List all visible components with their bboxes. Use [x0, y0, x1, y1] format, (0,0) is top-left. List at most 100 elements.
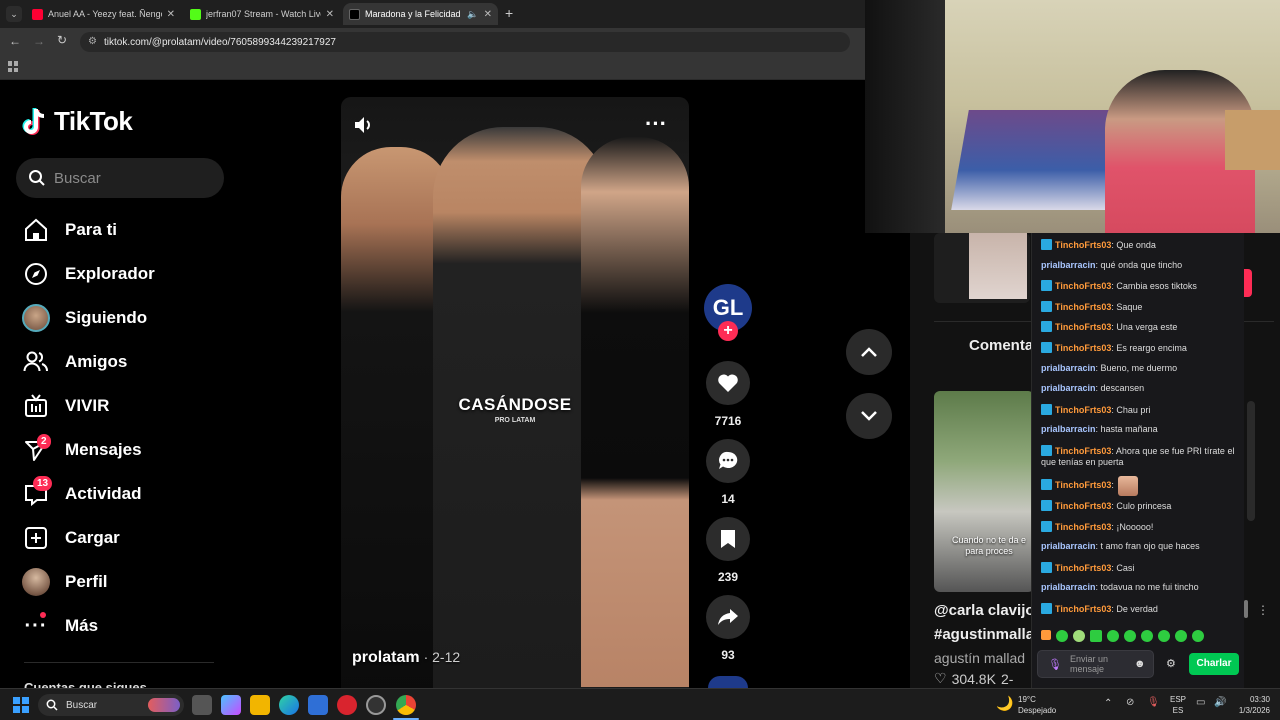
related-thumb-strip[interactable] — [934, 233, 1030, 303]
share-button[interactable] — [706, 595, 750, 639]
obs-icon[interactable] — [366, 695, 386, 715]
chat-username[interactable]: TinchoFrts03 — [1055, 405, 1111, 415]
chat-username[interactable]: TinchoFrts03 — [1055, 446, 1111, 456]
nav-vivir[interactable]: VIVIR — [22, 388, 109, 424]
music-disc-icon[interactable] — [708, 676, 748, 688]
forward-icon[interactable]: → — [33, 34, 45, 48]
microphone-icon[interactable]: 🎙 — [1048, 658, 1062, 671]
speaker-icon[interactable]: 🔈 — [467, 9, 478, 20]
chat-username[interactable]: TinchoFrts03 — [1055, 604, 1111, 614]
close-icon[interactable]: ✕ — [326, 9, 334, 20]
suggested-username[interactable]: @carla clavijo — [934, 602, 1035, 619]
chrome-icon[interactable] — [396, 695, 416, 715]
chevron-up-icon[interactable]: ⌃ — [1104, 698, 1112, 709]
emote-icon[interactable] — [1158, 630, 1170, 642]
chat-username[interactable]: prialbarracin — [1041, 582, 1096, 592]
windows-start-icon[interactable] — [13, 697, 29, 713]
chat-username[interactable]: prialbarracin — [1041, 424, 1096, 434]
emote-icon[interactable] — [1041, 630, 1051, 640]
copilot-icon[interactable] — [221, 695, 241, 715]
close-icon[interactable]: ✕ — [484, 9, 492, 20]
tab-youtube[interactable]: Anuel AA - Yeezy feat. Ñengo F ✕ — [26, 3, 181, 25]
video-author[interactable]: prolatam — [352, 649, 420, 667]
chat-input[interactable]: 🎙 Enviar un mensaje ☻ — [1037, 650, 1154, 678]
reload-icon[interactable]: ↻ — [57, 33, 67, 47]
suggested-video-card[interactable]: Cuando no te da e para proces — [934, 391, 1034, 592]
panel-action-button[interactable] — [1244, 269, 1252, 297]
nav-siguiendo[interactable]: Siguiendo — [22, 300, 147, 336]
weather-widget[interactable]: 19°C Despejado — [1018, 694, 1056, 716]
save-button[interactable] — [706, 517, 750, 561]
chat-username[interactable]: TinchoFrts03 — [1055, 343, 1111, 353]
volume-icon[interactable] — [351, 113, 375, 142]
emote-icon[interactable] — [1175, 630, 1187, 642]
follow-plus-button[interactable]: + — [718, 321, 738, 341]
suggested-author[interactable]: agustín mallad — [934, 650, 1025, 666]
file-explorer-icon[interactable] — [250, 695, 270, 715]
network-off-icon[interactable]: ⊘ — [1126, 697, 1134, 708]
chat-username[interactable]: TinchoFrts03 — [1055, 501, 1111, 511]
mic-icon[interactable]: 🎙 — [1147, 697, 1160, 708]
address-bar[interactable]: ⚙ tiktok.com/@prolatam/video/76058993442… — [80, 32, 850, 52]
chat-settings-icon[interactable]: ⚙ — [1166, 657, 1176, 670]
network-icon[interactable]: ▭ — [1196, 697, 1205, 708]
emoji-icon[interactable]: ☻ — [1134, 658, 1146, 670]
chat-username[interactable]: TinchoFrts03 — [1055, 281, 1111, 291]
site-info-icon[interactable]: ⚙ — [88, 36, 97, 47]
chat-username[interactable]: TinchoFrts03 — [1055, 522, 1111, 532]
chat-scrollbar[interactable] — [1244, 600, 1248, 618]
tab-search-button[interactable]: ⌄ — [6, 6, 22, 22]
like-button[interactable] — [706, 361, 750, 405]
next-video-button[interactable] — [846, 393, 892, 439]
previous-video-button[interactable] — [846, 329, 892, 375]
vertical-dots-icon[interactable]: ⋮ — [1257, 603, 1269, 617]
task-view-icon[interactable] — [192, 695, 212, 715]
tab-tiktok[interactable]: Maradona y la Felicidad de 🔈 ✕ — [343, 3, 498, 25]
taskbar-search[interactable]: Buscar — [38, 694, 184, 716]
emote-icon[interactable] — [1056, 630, 1068, 642]
emote-icon[interactable] — [1141, 630, 1153, 642]
nav-perfil[interactable]: Perfil — [22, 564, 108, 600]
nav-explorador[interactable]: Explorador — [22, 256, 155, 292]
store-icon[interactable] — [308, 695, 328, 715]
tab-comments[interactable]: Comenta — [969, 337, 1033, 354]
close-icon[interactable]: ✕ — [167, 9, 175, 20]
apps-grid-icon[interactable] — [8, 61, 19, 72]
emote-icon[interactable] — [1192, 630, 1204, 642]
nav-para-ti[interactable]: Para ti — [22, 212, 117, 248]
clock[interactable]: 03:30 1/3/2026 — [1232, 694, 1270, 716]
more-options-icon[interactable]: ··· — [645, 113, 667, 135]
edge-icon[interactable] — [279, 695, 299, 715]
emote-icon[interactable] — [1107, 630, 1119, 642]
emote-icon[interactable] — [1124, 630, 1136, 642]
chat-username[interactable]: prialbarracin — [1041, 541, 1096, 551]
chat-username[interactable]: prialbarracin — [1041, 260, 1096, 270]
nav-mas[interactable]: ··· Más — [22, 608, 98, 644]
suggested-hashtag[interactable]: #agustinmalla — [934, 626, 1034, 643]
back-icon[interactable]: ← — [9, 34, 21, 48]
chat-username[interactable]: TinchoFrts03 — [1055, 563, 1111, 573]
chat-username[interactable]: TinchoFrts03 — [1055, 302, 1111, 312]
nav-amigos[interactable]: Amigos — [22, 344, 127, 380]
nav-cargar[interactable]: Cargar — [22, 520, 120, 556]
chat-username[interactable]: prialbarracin — [1041, 383, 1096, 393]
search-input[interactable]: Buscar — [16, 158, 224, 198]
nav-actividad[interactable]: 13 Actividad — [22, 476, 142, 512]
video-player[interactable]: ··· CASÁNDOSE PRO LATAM prolatam · 2-12 — [341, 97, 689, 688]
nav-mensajes[interactable]: 2 Mensajes — [22, 432, 142, 468]
emote-icon[interactable] — [1073, 630, 1085, 642]
language-indicator[interactable]: ESP ES — [1170, 694, 1186, 716]
chat-send-button[interactable]: Charlar — [1189, 653, 1239, 675]
volume-icon[interactable]: 🔊 — [1214, 697, 1226, 708]
chat-username[interactable]: TinchoFrts03 — [1055, 480, 1111, 490]
chat-username[interactable]: TinchoFrts03 — [1055, 240, 1111, 250]
tab-kick[interactable]: jerfran07 Stream - Watch Live o ✕ — [184, 3, 340, 25]
chat-username[interactable]: TinchoFrts03 — [1055, 322, 1111, 332]
chat-username[interactable]: prialbarracin — [1041, 363, 1096, 373]
new-tab-button[interactable]: + — [505, 5, 513, 21]
comment-button[interactable] — [706, 439, 750, 483]
emote-icon[interactable] — [1090, 630, 1102, 642]
weather-moon-icon[interactable]: 🌙 — [996, 695, 1013, 712]
app-red-icon[interactable] — [337, 695, 357, 715]
tiktok-logo[interactable]: TikTok — [22, 106, 133, 137]
